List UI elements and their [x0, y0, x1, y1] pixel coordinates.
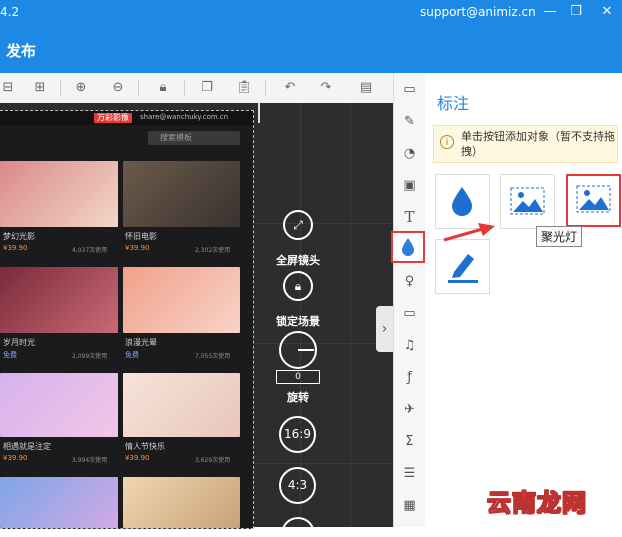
preview-account: share@wanchuky.com.cn: [140, 113, 229, 121]
text-icon[interactable]: T: [401, 209, 418, 226]
template-price: ¥39.90: [3, 454, 28, 462]
rotation-dial[interactable]: [279, 331, 317, 369]
plane-icon[interactable]: ✈: [401, 401, 418, 418]
app-version: 4.2: [0, 5, 20, 19]
minimize-button[interactable]: —: [541, 4, 559, 19]
template-title: 浪漫光晕: [125, 338, 157, 347]
template-title: 情人节快乐: [125, 442, 165, 451]
menu-bar: 发布: [0, 28, 622, 73]
lock-scene-button[interactable]: 🔒︎: [283, 271, 313, 301]
lock-icon[interactable]: 🔒︎: [155, 81, 171, 95]
marker-tile[interactable]: [435, 239, 490, 294]
template-thumb: [123, 267, 240, 333]
speech-bubble-icon[interactable]: ▭: [401, 81, 418, 98]
distribute-icon[interactable]: ⊞: [32, 81, 48, 95]
notice-text: 单击按钮添加对象（暂不支持拖拽）: [461, 130, 615, 158]
template-thumb: [123, 161, 240, 227]
droplet-icon: [452, 187, 472, 216]
ratio-4-3-button[interactable]: 4:3: [279, 467, 316, 504]
tool-rail: ▭ ✎ ◔ ▣ T ♀ ▭ ♫ ƒ ✈ Σ ☰ ▦: [393, 73, 426, 527]
panel-title: 标注: [437, 94, 470, 113]
template-count: 2,099次使用: [72, 353, 108, 360]
align-icon[interactable]: ⊟: [0, 81, 16, 95]
folder-icon[interactable]: ▭: [401, 305, 418, 322]
ratio-16-9-button[interactable]: 16:9: [279, 416, 316, 453]
rotate-label: 旋转: [287, 391, 309, 404]
template-title: 岁月时光: [3, 338, 35, 347]
paste-icon[interactable]: 📋︎: [236, 81, 253, 95]
template-count: 3,629次使用: [195, 457, 231, 464]
pencil-icon[interactable]: ✎: [401, 113, 418, 130]
toolbar-divider: [138, 80, 139, 96]
template-price: 免费: [3, 351, 17, 359]
template-thumb: [0, 373, 118, 437]
copy-icon[interactable]: ❐: [199, 81, 215, 95]
template-price: 免费: [125, 351, 139, 359]
image-icon[interactable]: ▣: [401, 177, 418, 194]
template-title: 怀旧电影: [125, 232, 157, 241]
character-icon[interactable]: ♀: [401, 273, 418, 290]
highlight-frame-tile[interactable]: [500, 174, 555, 229]
scene-preview[interactable]: 万彩影像 share@wanchuky.com.cn 搜索模板 梦幻光影 ¥39…: [0, 110, 254, 529]
toolbar-divider: [60, 80, 61, 96]
template-price: ¥39.90: [125, 244, 150, 252]
collapse-panel-handle[interactable]: ›: [376, 306, 393, 352]
marker-pen-icon: [448, 254, 478, 283]
template-price: ¥39.90: [125, 454, 150, 462]
rotation-needle: [298, 349, 314, 351]
picture-frame-icon[interactable]: ▦: [401, 497, 418, 514]
template-count: 2,302次使用: [195, 247, 231, 254]
zoom-out-icon[interactable]: ⊖: [110, 81, 126, 95]
rotation-input[interactable]: 0: [276, 370, 320, 384]
maximize-button[interactable]: ❐: [567, 4, 585, 19]
title-bar: 4.2 support@animiz.cn — ❐ ✕: [0, 0, 622, 28]
sigma-icon[interactable]: Σ: [401, 433, 418, 450]
info-notice: i 单击按钮添加对象（暂不支持拖拽）: [433, 125, 618, 163]
spotlight-tile[interactable]: [566, 174, 621, 227]
grid-line: [350, 103, 351, 527]
redo-icon[interactable]: ↷: [318, 81, 334, 95]
droplet-tile[interactable]: [435, 174, 490, 229]
close-button[interactable]: ✕: [598, 4, 616, 19]
red-arrow-annotation: [443, 223, 495, 242]
template-title: 梦幻光影: [3, 232, 35, 241]
music-icon[interactable]: ♫: [401, 337, 418, 354]
lock-scene-label: 锁定场景: [276, 315, 320, 328]
editor-toolbar: ⊟ ⊞ ⊕ ⊖ 🔒︎ ❐ 📋︎ ↶ ↷ ▤: [0, 73, 393, 104]
template-count: 3,994次使用: [72, 457, 108, 464]
site-watermark: 云南龙网: [487, 489, 587, 518]
layers-icon[interactable]: ☰: [401, 465, 418, 482]
publish-menu[interactable]: 发布: [6, 40, 36, 61]
info-icon: i: [440, 135, 454, 149]
template-thumb: [0, 161, 118, 227]
preview-badge: 万彩影像: [94, 113, 132, 123]
template-thumb: [123, 373, 240, 437]
fullscreen-camera-label: 全屏镜头: [276, 254, 320, 267]
annotation-tool-selected[interactable]: [391, 231, 425, 263]
support-email[interactable]: support@animiz.cn: [420, 5, 536, 19]
spotlight-tooltip: 聚光灯: [536, 226, 583, 247]
droplet-icon: [402, 238, 414, 256]
mountain-frame-icon: [510, 187, 545, 215]
zoom-in-icon[interactable]: ⊕: [73, 81, 89, 95]
template-price: ¥39.90: [3, 244, 28, 252]
template-thumb: [0, 477, 118, 528]
frame-corner: [258, 103, 260, 123]
settings-doc-icon[interactable]: ▤: [358, 81, 374, 95]
undo-icon[interactable]: ↶: [282, 81, 298, 95]
toolbar-divider: [184, 80, 185, 96]
template-thumb: [0, 267, 118, 333]
preview-search: 搜索模板: [148, 131, 240, 145]
fullscreen-camera-button[interactable]: ⤢: [283, 210, 313, 240]
toolbar-divider: [265, 80, 266, 96]
template-count: 4,037次使用: [72, 247, 108, 254]
template-count: 7,055次使用: [195, 353, 231, 360]
template-title: 相遇就是注定: [3, 442, 51, 451]
shapes-icon[interactable]: ◔: [401, 145, 418, 162]
preview-titlebar: 万彩影像 share@wanchuky.com.cn: [0, 111, 253, 125]
formula-icon[interactable]: ƒ: [401, 369, 418, 386]
template-thumb: [123, 477, 240, 528]
spotlight-icon: [576, 185, 611, 213]
